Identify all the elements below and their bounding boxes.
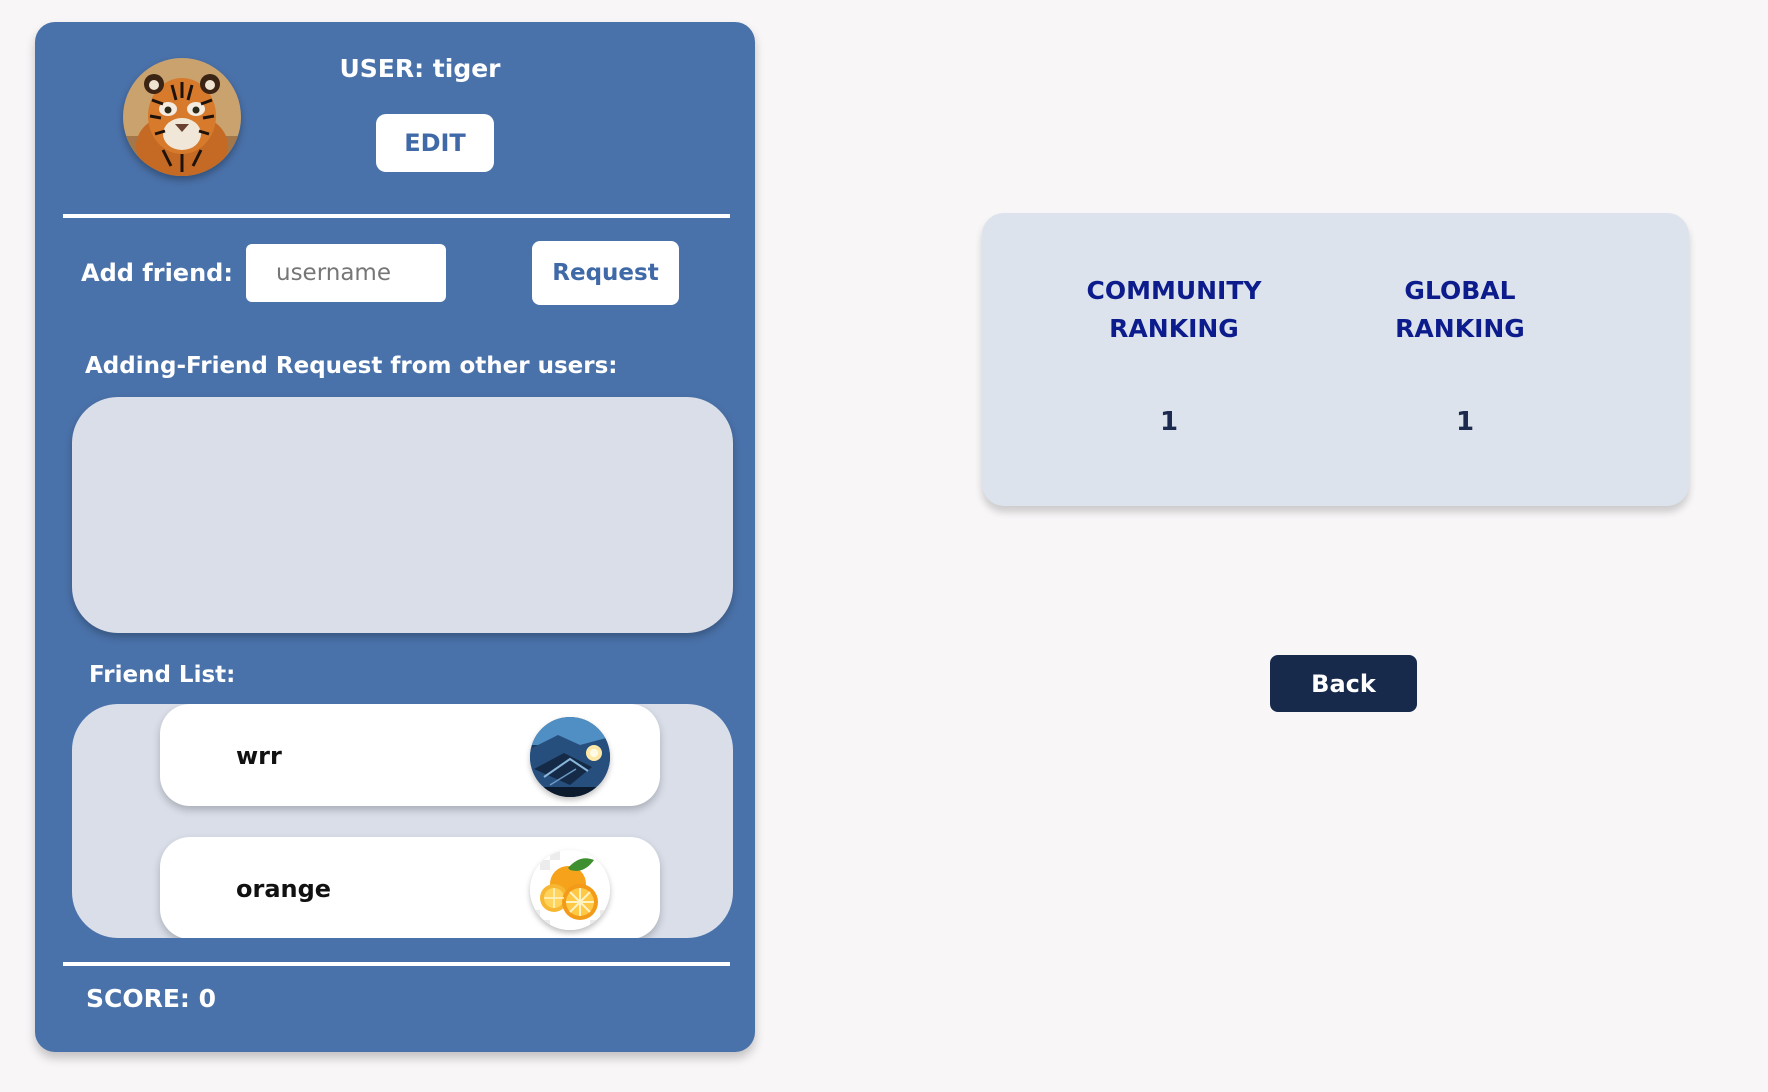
back-button[interactable]: Back [1270, 655, 1417, 712]
community-ranking-heading: COMMUNITY RANKING [1074, 272, 1274, 348]
friend-requests-box [72, 397, 733, 633]
global-ranking-heading: GLOBAL RANKING [1365, 272, 1555, 348]
global-ranking-heading-line1: GLOBAL [1404, 276, 1516, 305]
bottom-divider [63, 962, 730, 966]
tiger-avatar-icon [123, 58, 241, 176]
ranking-panel: COMMUNITY RANKING GLOBAL RANKING 1 1 [982, 213, 1689, 506]
community-ranking-value: 1 [1159, 407, 1179, 437]
friend-item[interactable]: orange [160, 837, 660, 938]
username-input[interactable] [246, 244, 446, 302]
profile-panel: USER: tiger EDIT Add friend: Request Add… [35, 22, 755, 1052]
score-label: SCORE: 0 [86, 984, 217, 1013]
top-divider [63, 214, 730, 218]
friend-name: wrr [236, 742, 282, 770]
community-ranking-heading-line1: COMMUNITY [1086, 276, 1262, 305]
friend-name: orange [236, 875, 332, 903]
friend-requests-label: Adding-Friend Request from other users: [85, 353, 618, 379]
username-label: USER: tiger [339, 54, 501, 83]
orange-fruit-avatar-icon [530, 850, 610, 930]
dark-landscape-avatar-icon [530, 717, 610, 797]
add-friend-label: Add friend: [81, 259, 233, 287]
global-ranking-heading-line2: RANKING [1395, 314, 1525, 343]
friend-item[interactable]: wrr [160, 704, 660, 806]
friend-list-box: wrr orange [72, 704, 733, 938]
friend-list-label: Friend List: [89, 662, 236, 688]
edit-profile-button[interactable]: EDIT [376, 114, 494, 172]
global-ranking-value: 1 [1455, 407, 1475, 437]
community-ranking-heading-line2: RANKING [1109, 314, 1239, 343]
request-button[interactable]: Request [532, 241, 679, 305]
